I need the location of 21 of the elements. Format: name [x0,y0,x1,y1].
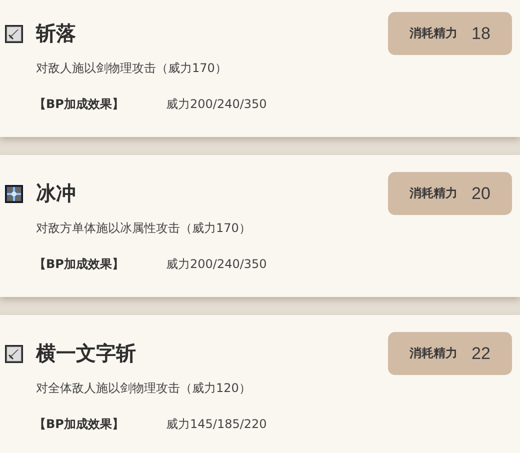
bp-label: 【BP加成效果】 [34,256,125,273]
snowflake-icon [5,184,23,202]
skill-description: 对敌方单体施以冰属性攻击（威力170） [36,220,252,237]
cost-value: 22 [472,344,490,364]
skill-description: 对敌人施以剑物理攻击（威力170） [36,60,228,77]
bp-label: 【BP加成效果】 [34,96,125,113]
sword-icon [5,344,23,362]
sword-icon [5,24,23,42]
skill-name: 横一文字斩 [36,340,137,367]
bp-label: 【BP加成效果】 [34,416,125,433]
skill-name: 冰冲 [36,180,77,207]
cost-label: 消耗精力 [410,345,458,362]
cost-value: 20 [472,184,490,204]
bp-effect: 威力200/240/350 [166,256,267,273]
cost-label: 消耗精力 [410,185,458,202]
bp-effect: 威力200/240/350 [166,96,267,113]
skill-name: 斩落 [36,20,77,47]
cost-label: 消耗精力 [410,25,458,42]
bp-effect: 威力145/185/220 [166,416,267,433]
cost-value: 18 [472,24,490,44]
skill-description: 对全体敌人施以剑物理攻击（威力120） [36,380,252,397]
